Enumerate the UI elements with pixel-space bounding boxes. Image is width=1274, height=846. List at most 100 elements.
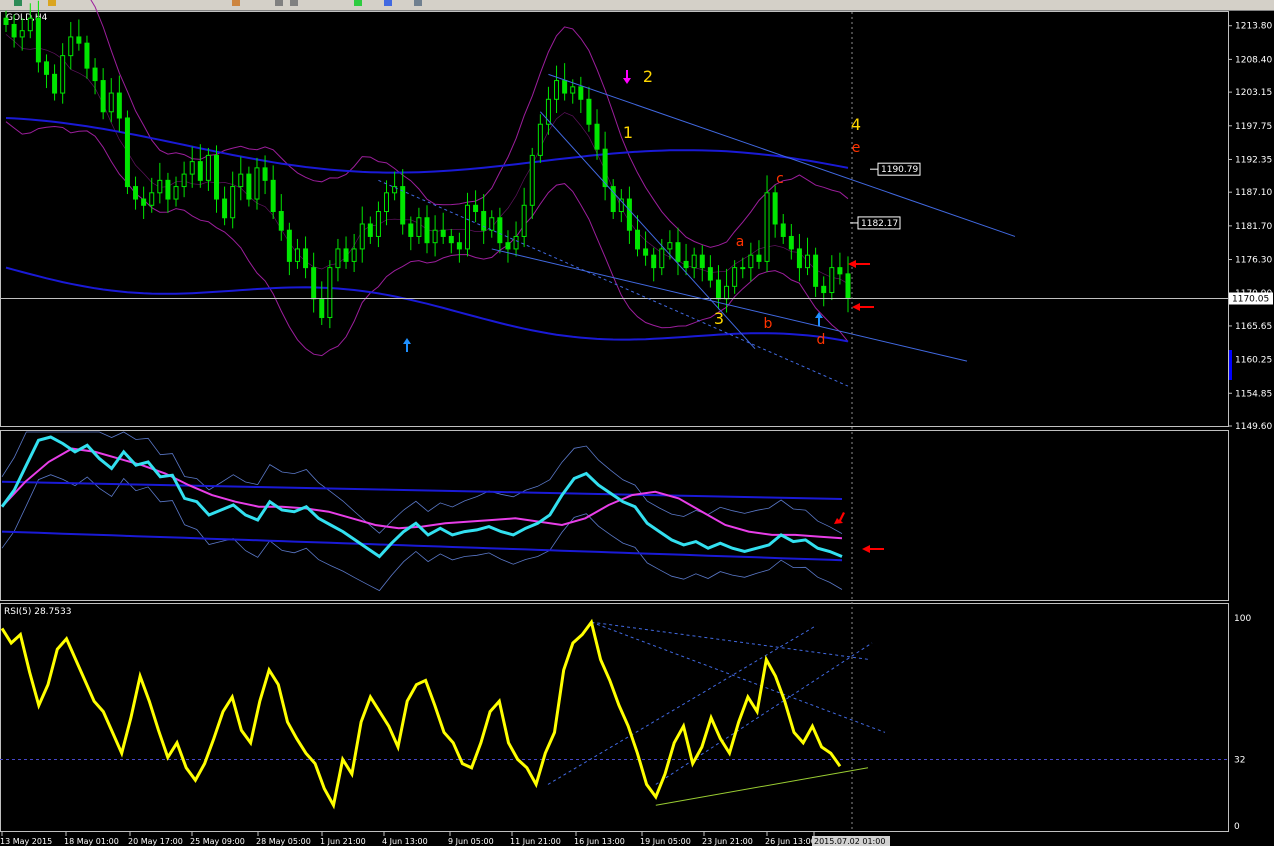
- candle: [667, 242, 673, 250]
- candle: [497, 217, 503, 244]
- candle: [408, 223, 414, 237]
- candle: [319, 298, 325, 319]
- candle: [513, 235, 519, 250]
- indicator-band-lower: [1, 474, 843, 592]
- candle: [683, 260, 689, 269]
- time-tick-label: 1 Jun 21:00: [320, 837, 366, 846]
- time-axis: 13 May 2015 18 May 01:00 20 May 17:00 25 Ma…: [0, 832, 890, 846]
- indicator-slow-upper: [1, 480, 843, 500]
- price-tick-label: 1203.15: [1235, 88, 1272, 98]
- candle: [837, 267, 843, 275]
- candle: [133, 186, 139, 200]
- candle: [521, 204, 527, 237]
- price-tick-label: 1187.10: [1235, 188, 1272, 198]
- candle: [724, 285, 730, 300]
- candle: [659, 248, 665, 269]
- rsi-panel-frame: [0, 603, 1229, 832]
- candle: [60, 55, 66, 94]
- candle: [124, 117, 130, 188]
- indicator-magenta-line: [1, 447, 843, 540]
- candle: [740, 267, 746, 270]
- price-tick-label: 1181.70: [1235, 222, 1272, 232]
- candle: [230, 186, 236, 219]
- candle: [238, 173, 244, 188]
- candle: [626, 198, 632, 231]
- candle: [707, 267, 713, 281]
- time-tick-label: 2015.07.02 01:00: [814, 837, 885, 846]
- candle: [448, 235, 454, 244]
- candle: [489, 217, 495, 231]
- price-axis: 1213.80 1208.40 1203.15 1197.75 1192.35 1187.…: [1228, 22, 1272, 432]
- candle: [473, 204, 479, 213]
- candle: [84, 42, 90, 69]
- candle: [748, 254, 754, 269]
- time-tick-label: 18 May 01:00: [64, 837, 119, 846]
- candle: [699, 254, 705, 269]
- candle: [416, 217, 422, 237]
- candle: [537, 123, 543, 156]
- slow-band-upper: [5, 117, 849, 174]
- candle: [19, 30, 25, 38]
- candle: [756, 254, 762, 262]
- candle: [351, 248, 357, 262]
- candle: [246, 173, 252, 200]
- candle: [586, 98, 592, 125]
- blue-up-arrow-icon: [403, 338, 411, 352]
- rsi-tick-label: 32: [1234, 755, 1245, 765]
- candle: [149, 192, 155, 206]
- upper-channel-line: [548, 73, 1016, 237]
- scroll-marker: [1229, 350, 1232, 380]
- time-tick-label: 16 Jun 13:00: [574, 837, 625, 846]
- price-tick-label: 1192.35: [1235, 155, 1272, 165]
- candle: [805, 254, 811, 269]
- candle: [635, 229, 640, 250]
- candle: [141, 198, 147, 206]
- rsi-line: [0, 618, 842, 810]
- candle: [181, 173, 187, 188]
- candle: [270, 179, 276, 213]
- candle: [262, 167, 268, 181]
- candle: [165, 179, 171, 200]
- candle: [691, 254, 697, 269]
- candle: [367, 223, 373, 237]
- time-tick-label: 23 Jun 21:00: [702, 837, 753, 846]
- candle: [189, 161, 195, 175]
- candle: [796, 248, 802, 269]
- candle: [424, 217, 430, 244]
- chart-canvas[interactable]: 1213.80 1208.40 1203.15 1197.75 1192.35 1187.…: [0, 0, 1274, 846]
- candle: [813, 254, 819, 287]
- rsi-tick-label: 0: [1234, 822, 1240, 832]
- candle: [400, 186, 406, 225]
- time-tick-label: 19 Jun 05:00: [640, 837, 691, 846]
- price-tick-label: 1213.80: [1235, 22, 1272, 32]
- price-tick-label: 1165.65: [1235, 322, 1272, 332]
- candle: [311, 267, 317, 300]
- candle: [327, 267, 333, 319]
- price-tick-label: 1208.40: [1235, 55, 1272, 65]
- channel-lines: [378, 73, 1016, 387]
- wave-label-4: 4: [851, 115, 861, 134]
- red-down-arrow-icon: [834, 512, 845, 524]
- candle: [464, 204, 470, 250]
- candle: [651, 254, 657, 269]
- rsi-dashed-line: [547, 625, 816, 785]
- price-panel-frame: [0, 11, 1229, 427]
- red-left-arrow-icon: [862, 545, 884, 553]
- candle: [278, 211, 284, 231]
- time-tick-label: 25 May 09:00: [190, 837, 245, 846]
- candle: [384, 192, 390, 213]
- time-tick-label: 4 Jun 13:00: [382, 837, 428, 846]
- indicator-panel-frame: [0, 430, 1229, 601]
- time-tick-label: 26 Jun 13:00: [765, 837, 816, 846]
- wave-label-e: e: [852, 140, 861, 156]
- candle: [715, 279, 721, 300]
- candle: [157, 179, 163, 194]
- candle: [562, 80, 568, 94]
- candle: [205, 154, 211, 181]
- rsi-dashed-line: [591, 621, 886, 733]
- candle: [294, 248, 300, 262]
- time-tick-label: 13 May 2015: [0, 837, 52, 846]
- candle: [43, 61, 49, 75]
- candle: [343, 248, 349, 262]
- magenta-down-arrow-icon: [623, 70, 631, 84]
